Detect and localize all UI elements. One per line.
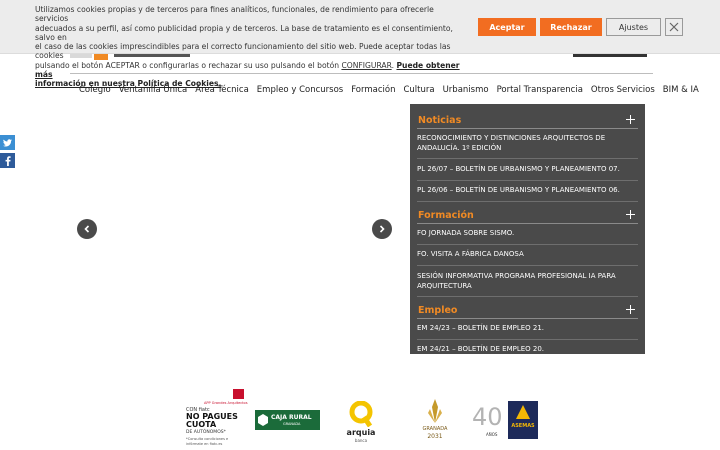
section-header-formacion[interactable]: Formación [417,207,638,224]
training-item[interactable]: SESIÓN INFORMATIVA PROGRAMA PROFESIONAL … [417,272,638,297]
fiatc-conditions-2: infórmate en fiatc.es [186,442,223,446]
section-title-noticias: Noticias [418,115,462,126]
slider-next-button[interactable] [372,219,392,239]
asemas-years-label: AÑOS [486,432,498,437]
sponsor-fiatc[interactable]: APP Grandes Arquitectos CON fiatc NO PAG… [184,389,248,449]
news-item[interactable]: RECONOCIMIENTO Y DISTINCIONES ARQUITECTO… [417,134,638,159]
employment-item[interactable]: EM 24/23 – BOLETÍN DE EMPLEO 21. [417,324,638,340]
plus-icon [626,115,635,124]
cookie-text: Utilizamos cookies propias y de terceros… [35,5,460,89]
cookie-settings-button[interactable]: Ajustes [606,18,661,36]
asemas-name: ASEMAS [511,423,535,429]
chevron-left-icon [84,225,90,233]
page: Utilizamos cookies propias y de terceros… [0,0,720,450]
close-banner-button[interactable] [665,18,683,36]
facebook-share-button[interactable] [0,153,15,168]
header-search-fragment[interactable] [573,54,647,57]
sponsor-arquia[interactable]: arquia banca [344,401,378,445]
cookie-policy-link-2[interactable]: información en nuestra Política de Cooki… [35,79,221,88]
training-item[interactable]: FO JORNADA SOBRE SISMO. [417,229,638,245]
sponsor-asemas[interactable]: 40 AÑOS ASEMAS [472,401,542,445]
sponsors-row: APP Grandes Arquitectos CON fiatc NO PAG… [0,385,720,450]
training-item[interactable]: FO. VISITA A FÁBRICA DANOSA [417,250,638,266]
cookie-line-3: el caso de las cookies imprescindibles p… [35,42,451,61]
asemas-years: 40 [472,403,503,431]
section-header-noticias[interactable]: Noticias [417,112,638,129]
caja-rural-name: CAJA RURAL [271,414,312,421]
fiatc-app-text: APP Grandes Arquitectos [204,401,248,405]
fiatc-autonomos: DE AUTÓNOMOS* [186,430,226,435]
caja-rural-emblem-icon [258,414,268,426]
accept-cookies-button[interactable]: Aceptar [478,18,536,36]
plus-icon [626,305,635,314]
nav-bim-ia[interactable]: BIM & IA [659,85,703,95]
asemas-logo-box: ASEMAS [508,401,538,439]
nav-otros-servicios[interactable]: Otros Servicios [587,85,659,95]
cookie-line-2: adecuados a su perfil, así como publicid… [35,23,453,42]
twitter-icon [3,138,12,147]
granada-2031-emblem-icon [428,399,442,423]
employment-item[interactable]: EM 24/21 – BOLETÍN DE EMPLEO 20. [417,345,638,354]
granada-2031-line-1: GRANADA [422,426,448,432]
arquia-q-logo-icon [349,401,373,427]
caja-rural-city: GRANADA [283,422,301,426]
chevron-right-icon [379,225,385,233]
cookie-banner: Utilizamos cookies propias y de terceros… [0,0,720,88]
news-panel: Noticias RECONOCIMIENTO Y DISTINCIONES A… [410,104,645,354]
sponsor-caja-rural[interactable]: CAJA RURAL GRANADA [255,410,320,430]
section-title-empleo: Empleo [418,305,458,316]
fiatc-conditions-1: *Consulta condiciones e [186,437,229,441]
section-header-empleo[interactable]: Empleo [417,302,638,319]
image-slider [70,104,400,354]
arquia-name: arquia [346,428,376,437]
close-icon [669,22,679,32]
facebook-icon [5,155,11,166]
sponsor-granada-2031[interactable]: GRANADA 2031 [415,399,455,445]
arquia-sub: banca [354,438,368,443]
nav-portal-transparencia[interactable]: Portal Transparencia [493,85,587,95]
granada-2031-line-2: 2031 [427,433,443,440]
twitter-share-button[interactable] [0,135,15,150]
section-title-formacion: Formación [418,210,474,221]
reject-cookies-button[interactable]: Rechazar [540,18,602,36]
slider-prev-button[interactable] [77,219,97,239]
fiatc-headline-2: CUOTA [186,420,217,429]
fiatc-logo-mark [233,389,244,399]
asemas-emblem-icon [516,405,530,419]
news-item[interactable]: PL 26/07 – BOLETÍN DE URBANISMO Y PLANEA… [417,165,638,181]
plus-icon [626,210,635,219]
configure-link[interactable]: CONFIGURAR [341,61,391,70]
cookie-line-4: pulsando el botón ACEPTAR o configurarla… [35,60,340,70]
news-item[interactable]: PL 26/06 – BOLETÍN DE URBANISMO Y PLANEA… [417,186,638,202]
cookie-line-1: Utilizamos cookies propias y de terceros… [35,5,434,24]
